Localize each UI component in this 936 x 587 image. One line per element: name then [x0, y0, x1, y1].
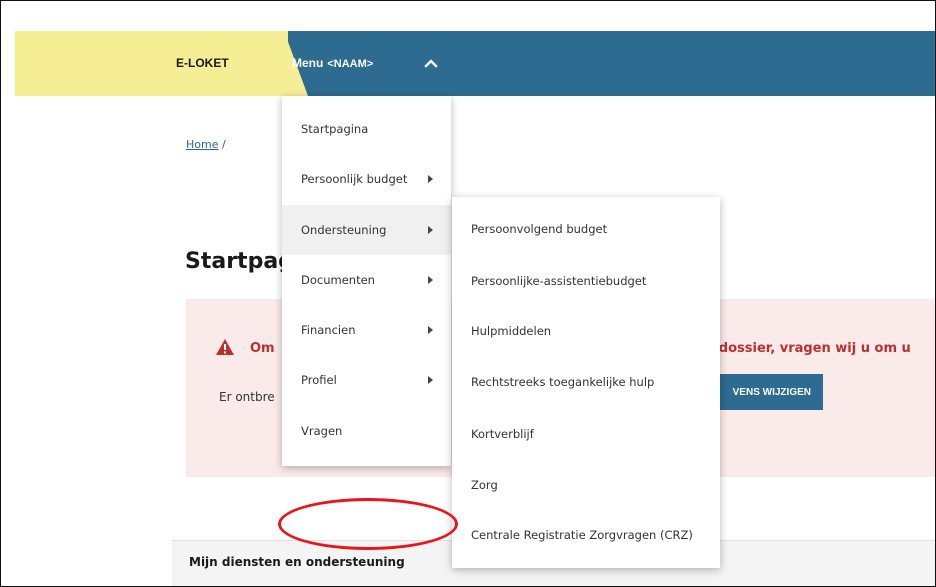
submenu-item-crz[interactable]: Centrale Registratie Zorgvragen (CRZ): [452, 510, 720, 560]
menu-item-profiel[interactable]: Profiel: [282, 355, 451, 405]
menu-item-financien[interactable]: Financien: [282, 305, 451, 355]
menu-item-label: Startpagina: [301, 122, 369, 136]
chevron-right-icon: [428, 226, 433, 234]
chevron-up-icon[interactable]: [424, 56, 438, 70]
breadcrumb: Home /: [186, 138, 226, 151]
submenu-item-label: Rechtstreeks toegankelijke hulp: [471, 375, 655, 389]
screenshot-frame: E-LOKET Menu <NAAM> Home / Startpag Om uw…: [0, 0, 936, 587]
menu-item-label: Financien: [301, 323, 356, 337]
menu-item-documenten[interactable]: Documenten: [282, 255, 451, 305]
submenu-item-label: Centrale Registratie Zorgvragen (CRZ): [471, 528, 693, 542]
alert-text: Er ontbre: [219, 390, 275, 404]
alert-title: Om: [250, 341, 275, 356]
menu-item-startpagina[interactable]: Startpagina: [282, 104, 451, 154]
annotation-ellipse: [278, 498, 458, 550]
breadcrumb-home-link[interactable]: Home: [186, 138, 218, 151]
edit-data-button[interactable]: VENS WIJZIGEN: [712, 374, 823, 410]
menu-item-label: Persoonlijk budget: [301, 172, 408, 186]
chevron-right-icon: [428, 276, 433, 284]
menu-item-label: Documenten: [301, 273, 375, 287]
menu-label: Menu: [292, 56, 324, 70]
menu-item-ondersteuning[interactable]: Ondersteuning: [282, 205, 451, 255]
menu-item-label: Ondersteuning: [301, 223, 387, 237]
submenu-item-zorg[interactable]: Zorg: [452, 460, 720, 510]
menu-item-vragen[interactable]: Vragen: [282, 406, 451, 456]
main-menu-dropdown: Startpagina Persoonlijk budget Ondersteu…: [282, 96, 451, 466]
submenu-item-hulpmiddelen[interactable]: Hulpmiddelen: [452, 306, 720, 356]
menu-item-label: Profiel: [301, 373, 337, 387]
submenu-item-rechtstreeks-toegankelijke-hulp[interactable]: Rechtstreeks toegankelijke hulp: [452, 357, 720, 407]
breadcrumb-separator: /: [221, 138, 226, 151]
submenu-item-label: Persoonvolgend budget: [471, 222, 608, 236]
submenu-item-label: Persoonlijke-assistentiebudget: [471, 274, 647, 288]
submenu-item-persoonlijke-assistentiebudget[interactable]: Persoonlijke-assistentiebudget: [452, 256, 720, 306]
chevron-right-icon: [428, 326, 433, 334]
chevron-right-icon: [428, 175, 433, 183]
menu-item-label: Vragen: [301, 424, 343, 438]
alert-title-continued: uw dossier, vragen wij u om u: [693, 341, 911, 356]
submenu-item-kortverblijf[interactable]: Kortverblijf: [452, 409, 720, 459]
eloket-home-link[interactable]: E-LOKET: [176, 56, 229, 70]
ondersteuning-submenu: Persoonvolgend budget Persoonlijke-assis…: [452, 197, 720, 568]
page-title: Startpag: [185, 249, 294, 274]
menu-toggle-button[interactable]: Menu <NAAM>: [292, 56, 373, 70]
chevron-right-icon: [428, 376, 433, 384]
user-name: <NAAM>: [327, 58, 374, 70]
top-header: [15, 31, 935, 96]
menu-item-persoonlijk-budget[interactable]: Persoonlijk budget: [282, 154, 451, 204]
brand-area: [15, 31, 288, 96]
submenu-item-label: Hulpmiddelen: [471, 324, 552, 338]
services-title: Mijn diensten en ondersteuning: [189, 555, 405, 569]
submenu-item-label: Zorg: [471, 478, 498, 492]
submenu-item-persoonvolgend-budget[interactable]: Persoonvolgend budget: [452, 204, 720, 254]
submenu-item-label: Kortverblijf: [471, 427, 534, 441]
warning-icon: [216, 339, 234, 355]
